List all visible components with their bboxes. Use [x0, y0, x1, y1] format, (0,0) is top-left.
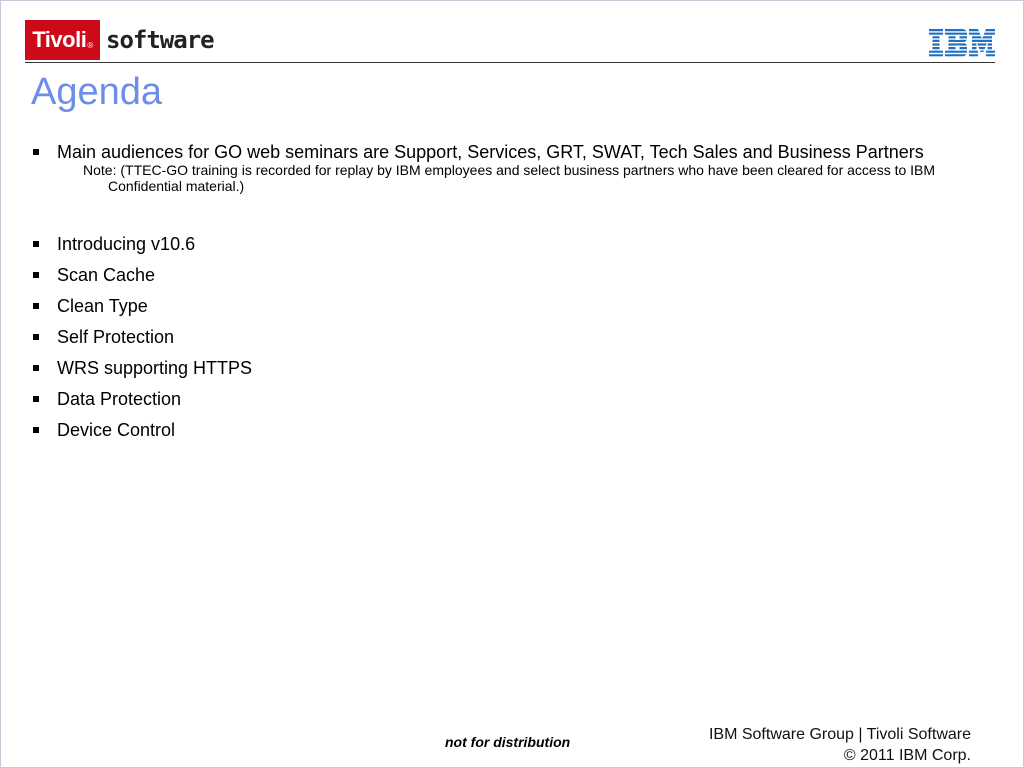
tivoli-word: Tivoli	[32, 27, 87, 52]
square-bullet-icon	[31, 389, 57, 409]
agenda-item-label: WRS supporting HTTPS	[57, 358, 253, 378]
slide: Tivoli ® software Agenda Main audiences …	[0, 0, 1024, 768]
square-bullet-icon	[31, 296, 57, 316]
software-word: software	[106, 26, 215, 54]
list-item: Main audiences for GO web seminars are S…	[31, 142, 961, 162]
agenda-list: Introducing v10.6 Scan Cache Clean Type …	[31, 234, 961, 440]
footer-group-line: IBM Software Group | Tivoli Software	[708, 726, 971, 743]
recording-note: Note: (TTEC-GO training is recorded for …	[83, 162, 936, 194]
agenda-content: Main audiences for GO web seminars are S…	[31, 142, 961, 451]
header-divider	[25, 62, 995, 63]
square-bullet-icon	[31, 265, 57, 285]
list-item: Introducing v10.6	[31, 234, 961, 254]
agenda-item-label: Introducing v10.6	[57, 234, 196, 254]
list-item: Device Control	[31, 420, 961, 440]
tivoli-software-logo: Tivoli ® software	[25, 20, 215, 60]
footer-copyright: © 2011 IBM Corp.	[843, 747, 971, 764]
page-title: Agenda	[31, 71, 163, 113]
square-bullet-icon	[31, 234, 57, 254]
tivoli-badge: Tivoli ®	[25, 20, 100, 60]
agenda-item-label: Clean Type	[57, 296, 148, 316]
footer-credits: IBM Software Group | Tivoli Software © 2…	[709, 724, 971, 766]
list-item: Clean Type	[31, 296, 961, 316]
ibm-logo	[929, 29, 995, 57]
agenda-item-label: Device Control	[57, 420, 176, 440]
agenda-item-label: Self Protection	[57, 327, 175, 347]
square-bullet-icon	[31, 327, 57, 347]
list-item: Data Protection	[31, 389, 961, 409]
list-item: WRS supporting HTTPS	[31, 358, 961, 378]
audience-text: Main audiences for GO web seminars are S…	[57, 142, 924, 162]
agenda-item-label: Scan Cache	[57, 265, 156, 285]
registered-mark: ®	[87, 40, 93, 50]
agenda-item-label: Data Protection	[57, 389, 182, 409]
list-item: Scan Cache	[31, 265, 961, 285]
square-bullet-icon	[31, 358, 57, 378]
square-bullet-icon	[31, 420, 57, 440]
square-bullet-icon	[31, 142, 57, 162]
audience-block: Main audiences for GO web seminars are S…	[31, 142, 961, 194]
list-item: Self Protection	[31, 327, 961, 347]
distribution-note: not for distribution	[445, 734, 571, 750]
